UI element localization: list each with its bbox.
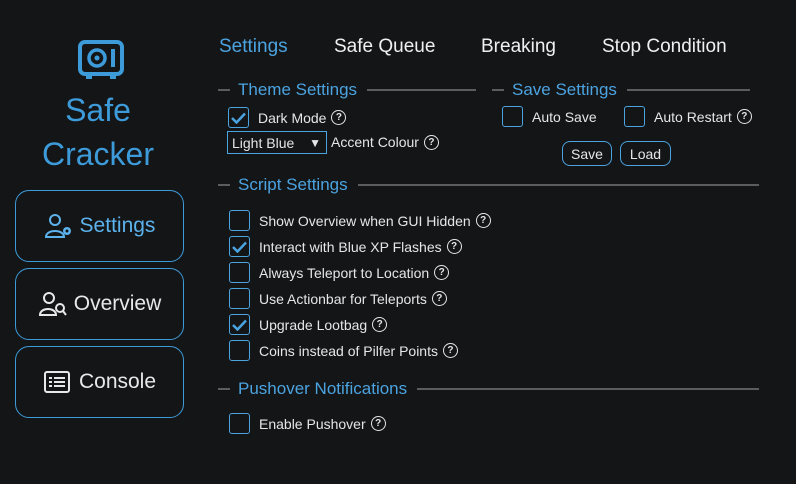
help-icon[interactable]: ? bbox=[431, 291, 447, 306]
sidebar-item-label: Overview bbox=[73, 292, 162, 315]
option-label: Use Actionbar for Teleports bbox=[259, 290, 427, 307]
divider bbox=[218, 184, 230, 186]
accent-colour-row: Accent Colour ? bbox=[331, 134, 439, 150]
show-overview-checkbox[interactable] bbox=[229, 210, 250, 231]
sidebar-item-label: Console bbox=[78, 370, 157, 393]
divider bbox=[626, 89, 750, 91]
app-title: Safe Cracker bbox=[18, 88, 178, 176]
sidebar-item-overview[interactable]: Overview bbox=[15, 268, 184, 340]
always-teleport-checkbox[interactable] bbox=[229, 262, 250, 283]
coins-checkbox[interactable] bbox=[229, 340, 250, 361]
auto-restart-checkbox[interactable] bbox=[624, 106, 645, 127]
theme-settings-header: Theme Settings bbox=[218, 80, 476, 100]
help-icon[interactable]: ? bbox=[370, 416, 386, 431]
check-icon bbox=[232, 241, 247, 253]
app-window: Safe Cracker Settings Overview Console S… bbox=[0, 0, 796, 484]
section-title: Save Settings bbox=[512, 80, 617, 99]
option-label: Show Overview when GUI Hidden bbox=[259, 212, 471, 229]
auto-save-row: Auto Save bbox=[502, 106, 597, 127]
check-icon bbox=[231, 112, 246, 124]
safe-icon bbox=[78, 40, 124, 79]
auto-save-checkbox[interactable] bbox=[502, 106, 523, 127]
section-title: Script Settings bbox=[238, 175, 348, 194]
list-item: Upgrade Lootbag ? bbox=[229, 314, 388, 335]
divider bbox=[357, 184, 759, 186]
check-icon bbox=[232, 319, 247, 331]
tab-breaking[interactable]: Breaking bbox=[481, 36, 556, 58]
help-icon[interactable]: ? bbox=[442, 343, 458, 358]
help-icon[interactable]: ? bbox=[372, 317, 388, 332]
tab-safe-queue[interactable]: Safe Queue bbox=[334, 36, 435, 58]
dark-mode-label: Dark Mode bbox=[258, 109, 327, 126]
help-icon[interactable]: ? bbox=[423, 134, 439, 150]
accent-colour-value: Light Blue bbox=[232, 134, 295, 151]
divider bbox=[417, 388, 759, 390]
divider bbox=[218, 388, 230, 390]
help-icon[interactable]: ? bbox=[446, 239, 462, 254]
save-button[interactable]: Save bbox=[562, 141, 612, 166]
enable-pushover-checkbox[interactable] bbox=[229, 413, 250, 434]
help-icon[interactable]: ? bbox=[331, 110, 347, 125]
enable-pushover-row: Enable Pushover ? bbox=[229, 413, 386, 434]
list-icon bbox=[43, 371, 70, 393]
help-icon[interactable]: ? bbox=[434, 265, 450, 280]
script-settings-header: Script Settings bbox=[218, 175, 759, 195]
dropdown-arrow-icon: ▼ bbox=[309, 136, 321, 150]
user-gear-icon bbox=[44, 214, 71, 238]
load-button[interactable]: Load bbox=[620, 141, 671, 166]
divider bbox=[218, 89, 230, 91]
section-title: Theme Settings bbox=[238, 80, 358, 99]
actionbar-teleports-checkbox[interactable] bbox=[229, 288, 250, 309]
save-settings-header: Save Settings bbox=[492, 80, 750, 100]
help-icon[interactable]: ? bbox=[475, 213, 491, 228]
upgrade-lootbag-checkbox[interactable] bbox=[229, 314, 250, 335]
divider bbox=[367, 89, 476, 91]
tab-settings[interactable]: Settings bbox=[219, 36, 288, 58]
list-item: Always Teleport to Location ? bbox=[229, 262, 450, 283]
option-label: Coins instead of Pilfer Points bbox=[259, 342, 438, 359]
option-label: Interact with Blue XP Flashes bbox=[259, 238, 442, 255]
dark-mode-row: Dark Mode ? bbox=[228, 107, 347, 128]
enable-pushover-label: Enable Pushover bbox=[259, 415, 366, 432]
sidebar-item-console[interactable]: Console bbox=[15, 346, 184, 418]
accent-colour-select[interactable]: Light Blue ▼ bbox=[227, 131, 327, 154]
user-search-icon bbox=[38, 292, 67, 316]
divider bbox=[492, 89, 504, 91]
section-title: Pushover Notifications bbox=[238, 379, 408, 398]
option-label: Upgrade Lootbag bbox=[259, 316, 368, 333]
tab-stop-condition[interactable]: Stop Condition bbox=[602, 36, 727, 58]
list-item: Coins instead of Pilfer Points ? bbox=[229, 340, 458, 361]
sidebar-item-settings[interactable]: Settings bbox=[15, 190, 184, 262]
auto-save-label: Auto Save bbox=[532, 108, 597, 125]
blue-xp-checkbox[interactable] bbox=[229, 236, 250, 257]
accent-colour-label: Accent Colour bbox=[331, 134, 419, 150]
pushover-header: Pushover Notifications bbox=[218, 379, 759, 399]
help-icon[interactable]: ? bbox=[736, 109, 752, 124]
dark-mode-checkbox[interactable] bbox=[228, 107, 249, 128]
auto-restart-label: Auto Restart bbox=[654, 108, 732, 125]
auto-restart-row: Auto Restart ? bbox=[624, 106, 752, 127]
list-item: Use Actionbar for Teleports ? bbox=[229, 288, 447, 309]
app-title-line1: Safe bbox=[65, 92, 131, 128]
list-item: Show Overview when GUI Hidden ? bbox=[229, 210, 491, 231]
sidebar-item-label: Settings bbox=[79, 214, 156, 237]
app-title-line2: Cracker bbox=[41, 136, 154, 172]
option-label: Always Teleport to Location bbox=[259, 264, 430, 281]
list-item: Interact with Blue XP Flashes ? bbox=[229, 236, 462, 257]
